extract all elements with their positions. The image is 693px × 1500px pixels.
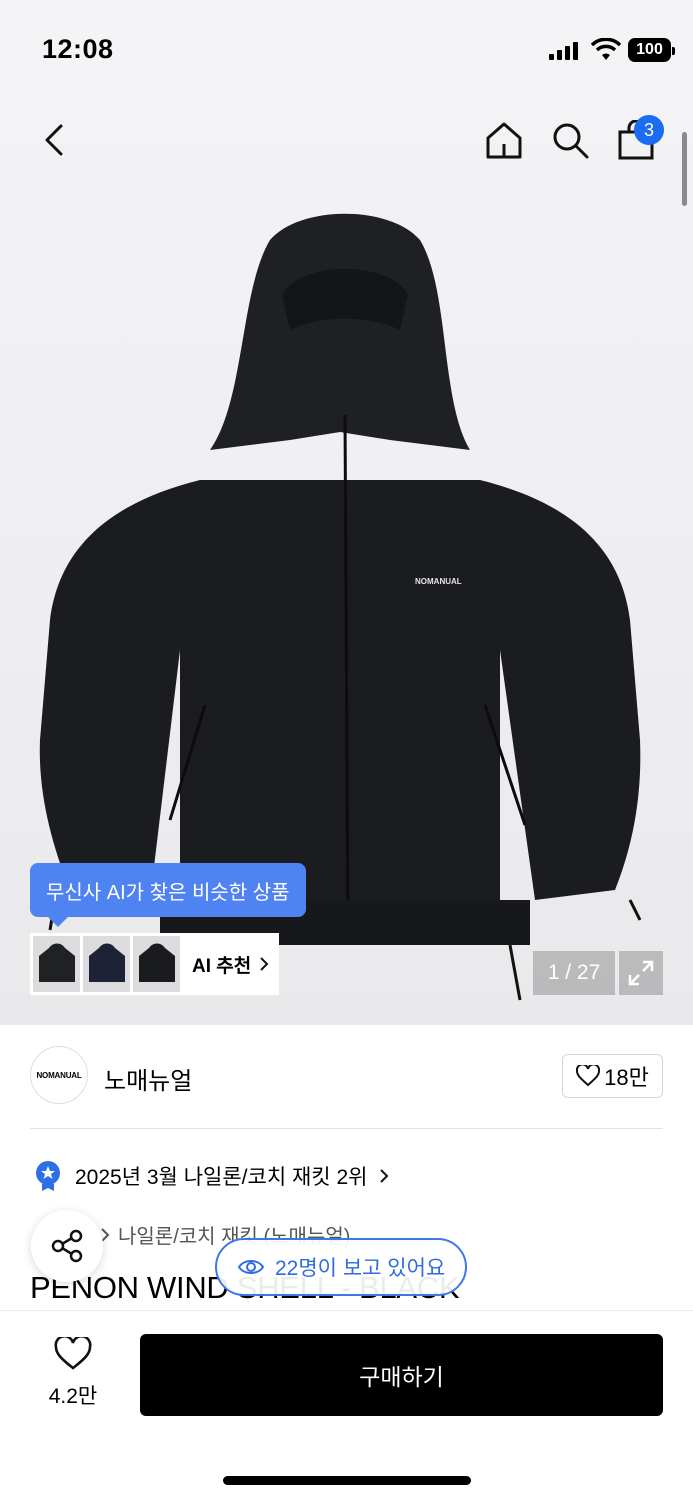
- heart-icon: [54, 1334, 92, 1370]
- chevron-right-icon: [380, 1169, 389, 1183]
- home-button[interactable]: [482, 116, 526, 164]
- ai-thumb-2[interactable]: [83, 936, 130, 992]
- brand-like-count: 18만: [604, 1065, 649, 1090]
- jacket-thumbnail-icon: [38, 943, 75, 982]
- wishlist-count: 4.2만: [48, 1385, 98, 1408]
- expand-icon: [628, 960, 654, 986]
- home-indicator: [223, 1476, 471, 1485]
- eye-icon: [237, 1260, 265, 1274]
- ai-recommend-text: AI 추천: [192, 955, 252, 977]
- buy-button[interactable]: 구매하기: [140, 1334, 663, 1416]
- jacket-thumbnail-icon: [138, 943, 175, 982]
- brand-name[interactable]: 노매뉴얼: [104, 1061, 192, 1096]
- product-image-area[interactable]: NOMANUAL 12:08 100 3 무신사 AI가 찾은 비슷한 상품 A…: [0, 0, 693, 1025]
- image-counter: 1 / 27: [533, 951, 615, 995]
- ranking-link[interactable]: 2025년 3월 나일론/코치 재킷 2위: [33, 1160, 389, 1192]
- share-button[interactable]: [31, 1210, 103, 1282]
- signal-icon: [549, 40, 578, 60]
- battery-icon: 100: [628, 38, 675, 62]
- divider: [30, 1128, 663, 1129]
- chevron-left-icon: [45, 124, 63, 156]
- chevron-right-icon: [260, 957, 269, 971]
- jacket-logo: NOMANUAL: [415, 577, 462, 586]
- bottom-action-bar: 4.2만 구매하기: [0, 1310, 693, 1500]
- ranking-text: 2025년 3월 나일론/코치 재킷 2위: [75, 1166, 368, 1189]
- back-button[interactable]: [34, 118, 74, 162]
- cart-count-badge: 3: [634, 115, 664, 145]
- brand-row[interactable]: NOMANUAL 노매뉴얼 18만: [30, 1046, 663, 1106]
- home-icon: [486, 122, 522, 159]
- scrollbar[interactable]: [682, 132, 687, 206]
- ranking-badge-icon: [36, 1161, 60, 1191]
- ai-thumb-1[interactable]: [33, 936, 80, 992]
- status-time: 12:08: [42, 34, 114, 64]
- search-button[interactable]: [548, 116, 592, 164]
- expand-image-button[interactable]: [619, 951, 663, 995]
- ai-recommend-label[interactable]: AI 추천: [192, 951, 269, 978]
- brand-logo[interactable]: NOMANUAL: [30, 1046, 88, 1104]
- battery-level: 100: [636, 41, 663, 58]
- ai-similar-tooltip[interactable]: 무신사 AI가 찾은 비슷한 상품: [30, 863, 306, 927]
- search-icon: [553, 123, 589, 159]
- wishlist-button[interactable]: 4.2만: [40, 1334, 106, 1410]
- share-icon: [51, 1229, 83, 1263]
- viewers-pill: 22명이 보고 있어요: [215, 1238, 468, 1296]
- brand-like-button[interactable]: 18만: [562, 1054, 663, 1098]
- viewers-text: 22명이 보고 있어요: [275, 1257, 446, 1280]
- heart-icon: [576, 1065, 601, 1087]
- ai-thumb-3[interactable]: [133, 936, 180, 992]
- wifi-icon: [591, 38, 621, 60]
- status-bar: 12:08 100: [0, 0, 693, 100]
- jacket-thumbnail-icon: [88, 943, 125, 982]
- ai-recommend-strip[interactable]: AI 추천: [30, 933, 279, 995]
